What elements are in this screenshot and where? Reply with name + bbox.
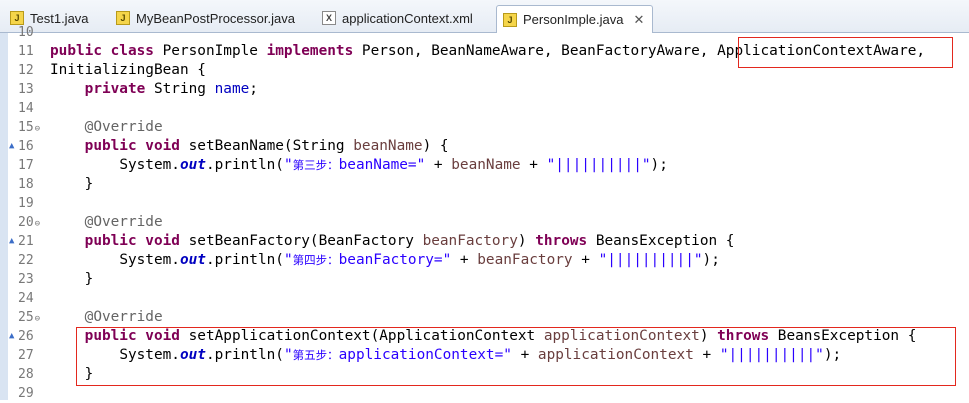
code-line-25: @Override [84, 309, 163, 325]
line-number: 21 [18, 234, 34, 249]
line-number: 28 [18, 367, 34, 382]
line-number: 12 [18, 63, 34, 78]
code-line-23: } [84, 271, 94, 287]
tab-label: MyBeanPostProcessor.java [136, 10, 295, 26]
tab-mybeanpostprocessor-java[interactable]: J MyBeanPostProcessor.java [116, 5, 295, 31]
code-line-13: private String name; [84, 81, 258, 97]
code-line-21: public void setBeanFactory(BeanFactory b… [84, 233, 735, 249]
line-number: 22 [18, 253, 34, 268]
line-number: 18 [18, 177, 34, 192]
line-number: 20⊖ [18, 215, 41, 230]
override-marker-icon[interactable]: ▲ [9, 236, 14, 246]
code-line-12: InitializingBean { [50, 62, 206, 78]
java-file-icon: J [116, 11, 130, 25]
line-number: 24 [18, 291, 34, 306]
close-tab-icon[interactable]: ✕ [633, 12, 644, 28]
line-number: 13 [18, 82, 34, 97]
line-number: 16 [18, 139, 34, 154]
highlight-box-interface [738, 37, 953, 68]
code-line-22: System.out.println("第四步：beanFactory=" + … [119, 252, 720, 268]
line-number: 27 [18, 348, 34, 363]
tab-personimple-java[interactable]: J PersonImple.java ✕ [496, 5, 654, 33]
fold-toggle-icon[interactable]: ⊖ [35, 124, 40, 134]
code-line-18: } [84, 176, 94, 192]
line-number-gutter: 10 11 12 13 14 15⊖ 16 17 18 19 20⊖ 21 22… [8, 25, 48, 401]
java-file-icon: J [503, 12, 517, 27]
line-number: 26 [18, 329, 34, 344]
editor-tab-bar: J Test1.java J MyBeanPostProcessor.java … [0, 0, 969, 33]
tab-applicationcontext-xml[interactable]: X applicationContext.xml [322, 5, 473, 31]
code-line-17: System.out.println("第三步：beanName=" + bea… [119, 157, 668, 173]
tab-label: applicationContext.xml [342, 10, 473, 26]
xml-file-icon: X [322, 11, 336, 25]
highlight-box-method [76, 327, 956, 386]
line-number: 15⊖ [18, 120, 41, 135]
line-number: 17 [18, 158, 34, 173]
fold-toggle-icon[interactable]: ⊖ [35, 219, 40, 229]
code-line-16: public void setBeanName(String beanName)… [84, 138, 449, 154]
line-number: 10 [18, 25, 34, 40]
line-number: 29 [18, 386, 34, 401]
fold-toggle-icon[interactable]: ⊖ [35, 314, 40, 324]
override-marker-icon[interactable]: ▲ [9, 331, 14, 341]
line-number: 14 [18, 101, 34, 116]
line-number: 19 [18, 196, 34, 211]
line-number: 23 [18, 272, 34, 287]
code-line-20: @Override [84, 214, 163, 230]
override-marker-icon[interactable]: ▲ [9, 141, 14, 151]
tab-label: PersonImple.java [523, 12, 624, 27]
line-number: 11 [18, 44, 34, 59]
line-number: 25⊖ [18, 310, 41, 325]
code-line-15: @Override [84, 119, 163, 135]
